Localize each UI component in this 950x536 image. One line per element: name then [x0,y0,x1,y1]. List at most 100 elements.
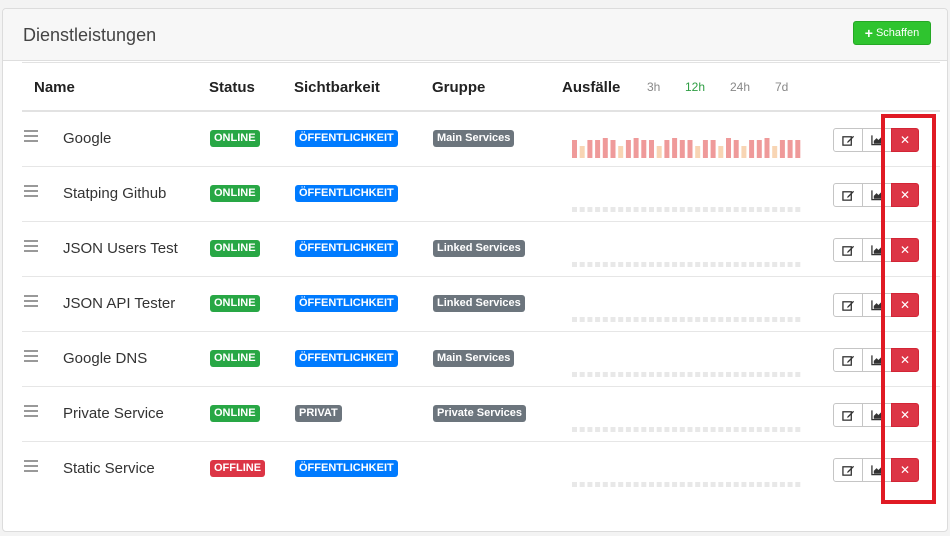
chart-button[interactable] [862,183,892,207]
row-actions: ✕ [833,458,919,482]
range-12h[interactable]: 12h [685,80,705,94]
edit-button[interactable] [833,293,863,317]
chart-button[interactable] [862,348,892,372]
outage-bar [710,207,716,212]
outage-bar [764,427,770,432]
outage-bar [602,427,608,432]
delete-button[interactable]: ✕ [891,238,919,262]
outage-bar [664,482,670,487]
outage-bar [572,427,577,432]
outage-bar [779,207,785,212]
outage-bar [787,262,793,267]
outage-bar [687,140,693,158]
outage-bar [587,482,593,487]
visibility-badge: ÖFFENTLICHKEIT [295,295,398,312]
table-row: Google ONLINE ÖFFENTLICHKEIT Main Services … [22,112,940,167]
outage-bar [687,262,693,267]
visibility-badge: ÖFFENTLICHKEIT [295,460,398,477]
outage-bar [726,262,731,267]
edit-button[interactable] [833,238,863,262]
drag-handle-icon[interactable] [24,130,38,142]
drag-handle-icon[interactable] [24,240,38,252]
drag-handle-icon[interactable] [24,185,38,197]
delete-button[interactable]: ✕ [891,293,919,317]
column-header-group: Gruppe [432,79,486,96]
drag-handle-icon[interactable] [24,350,38,362]
service-name: Static Service [63,460,155,477]
outage-bar [625,482,631,487]
outage-bar [695,207,701,212]
column-header-visibility: Sichtbarkeit [294,79,380,96]
outage-bar [695,482,701,487]
outage-bar [687,207,693,212]
edit-button[interactable] [833,183,863,207]
outage-bar [672,482,678,487]
range-24h[interactable]: 24h [730,80,750,94]
chart-button[interactable] [862,238,892,262]
range-7d[interactable]: 7d [775,80,788,94]
delete-button[interactable]: ✕ [891,348,919,372]
delete-button[interactable]: ✕ [891,458,919,482]
outage-bar [649,427,654,432]
outage-bar [718,207,724,212]
edit-button[interactable] [833,458,863,482]
chart-button[interactable] [862,293,892,317]
outage-bar [726,317,731,322]
delete-button[interactable]: ✕ [891,183,919,207]
outage-bar [649,207,654,212]
outage-bar [756,262,762,267]
outage-bar [749,372,755,377]
range-3h[interactable]: 3h [647,80,660,94]
outage-sparkline [572,262,801,267]
outage-bar [779,140,785,158]
outage-bar [672,372,678,377]
edit-button[interactable] [833,403,863,427]
group-badge: Main Services [433,130,515,147]
outage-bar [718,482,724,487]
outage-bar [702,207,708,212]
status-badge: ONLINE [210,240,260,257]
drag-handle-icon[interactable] [24,405,38,417]
outage-bar [664,262,670,267]
outage-bar [641,140,647,158]
page-title: Dienstleistungen [23,25,157,45]
area-chart-icon [870,355,883,366]
outage-bar [587,207,593,212]
outage-bar [610,140,616,158]
delete-button[interactable]: ✕ [891,128,919,152]
create-button-label: Schaffen [875,27,920,39]
edit-icon [841,355,854,366]
chart-button[interactable] [862,403,892,427]
outage-bar [672,262,678,267]
drag-handle-icon[interactable] [24,295,38,307]
drag-handle-icon[interactable] [24,460,38,472]
chart-button[interactable] [862,128,892,152]
delete-button[interactable]: ✕ [891,403,919,427]
outage-bar [741,207,747,212]
outage-bar [695,427,701,432]
table-row: Google DNS ONLINE ÖFFENTLICHKEIT Main Servi… [22,332,940,387]
outage-bar [795,140,801,158]
row-actions: ✕ [833,293,919,317]
area-chart-icon [870,465,883,476]
outage-bar [710,372,716,377]
close-icon: ✕ [899,188,911,202]
outage-bar [602,207,608,212]
table-header: Name Status Sichtbarkeit Gruppe Ausfälle… [22,62,940,112]
edit-icon [841,135,854,146]
outage-bar [702,140,708,158]
chart-button[interactable] [862,458,892,482]
outage-sparkline [572,427,801,432]
outage-bar [718,317,724,322]
outage-bar [726,138,731,158]
status-badge: ONLINE [210,350,260,367]
outage-bar [610,262,616,267]
outage-bar [787,427,793,432]
edit-icon [841,300,854,311]
close-icon: ✕ [899,408,911,422]
edit-button[interactable] [833,348,863,372]
create-service-button[interactable]: + Schaffen [853,21,931,45]
outage-bar [779,427,785,432]
outage-bar [633,207,639,212]
edit-button[interactable] [833,128,863,152]
